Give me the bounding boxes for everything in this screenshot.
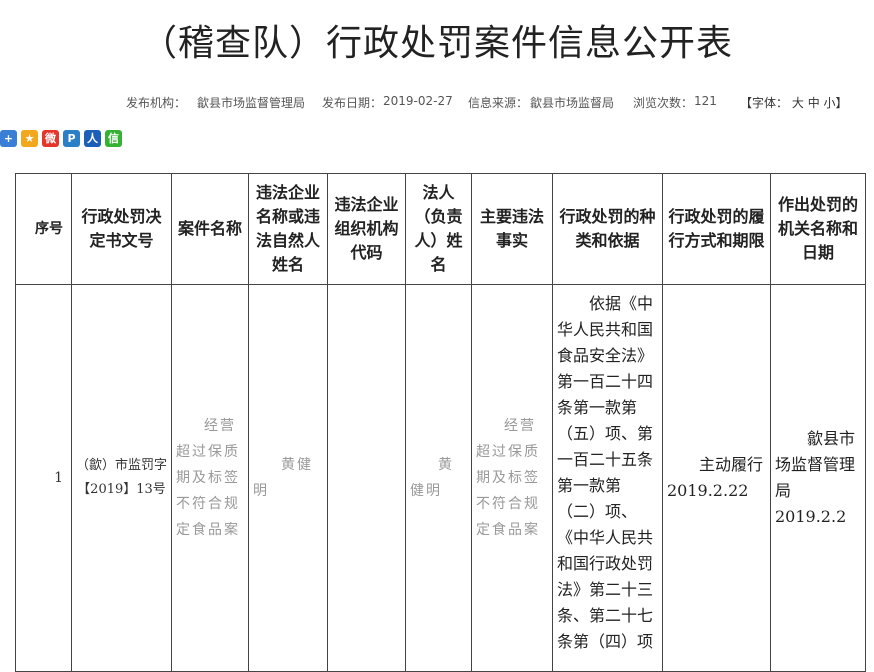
publisher-value: 歙县市场监督管理局 [197,96,306,110]
cell-decision-no: （歙）市监罚字【2019】13号 [71,284,172,672]
font-size-close: 】 [835,96,848,110]
cell-legal-person: 黄健明 [405,284,472,672]
header-method: 行政处罚的履行方式和期限 [662,173,771,285]
header-decision-no: 行政处罚决定书文号 [71,173,172,285]
views-count: 121 [694,94,717,108]
views-label: 浏览次数： [633,96,694,110]
cell-facts: 经营超过保质期及标签不符合规定食品案 [471,284,553,672]
header-facts: 主要违法事实 [471,173,553,285]
font-size-small-link[interactable]: 小 [824,96,836,110]
qzone-icon[interactable]: ★ [21,130,38,147]
cell-org-code [327,284,406,672]
font-size-medium-link[interactable]: 中 [808,96,820,110]
header-authority: 作出处罚的机关名称和日期 [770,173,866,285]
date-value: 2019-02-27 [383,94,453,108]
font-size-large-link[interactable]: 大 [792,96,804,110]
cell-violator: 黄健明 [248,284,328,672]
tencent-weibo-icon[interactable]: P [63,130,80,147]
font-size-control: 【字体： 大 中 小】 [740,94,848,111]
cell-authority: 歙县市场监督管理局2019.2.2 [770,284,866,672]
cell-basis: 依据《中华人民共和国食品安全法》第一百二十四条第一款第（五）项、第一百二十五条第… [552,284,663,672]
source-label: 信息来源： [468,96,529,110]
publisher-label: 发布机构： [126,96,187,110]
header-legal-person: 法人（负责人）姓名 [405,173,472,285]
wechat-icon[interactable]: 信 [105,130,122,147]
weibo-icon[interactable]: 微 [42,130,59,147]
cell-case-name: 经营超过保质期及标签不符合规定食品案 [171,284,249,672]
header-number: 序号 [15,173,72,285]
date-label: 发布日期： [322,96,383,110]
page-title: （稽查队）行政处罚案件信息公开表 [140,23,733,64]
font-size-label: 【字体： [740,96,789,110]
penalty-info-table: 序号 行政处罚决定书文号 案件名称 违法企业名称或违法自然人姓名 违法企业组织机… [15,173,866,672]
table-row: 1 （歙）市监罚字【2019】13号 经营超过保质期及标签不符合规定食品案 黄健… [15,284,866,672]
header-violator: 违法企业名称或违法自然人姓名 [248,173,328,285]
share-bar: + ★ 微 P 人 信 [0,130,122,148]
header-basis: 行政处罚的种类和依据 [552,173,663,285]
table-header-row: 序号 行政处罚决定书文号 案件名称 违法企业名称或违法自然人姓名 违法企业组织机… [15,173,866,285]
share-plus-icon[interactable]: + [0,130,17,147]
header-org-code: 违法企业组织机构代码 [327,173,406,285]
cell-number: 1 [15,284,72,672]
source-value: 歙县市场监督局 [530,96,615,110]
header-case-name: 案件名称 [171,173,249,285]
cell-method: 主动履行2019.2.22 [662,284,771,672]
renren-icon[interactable]: 人 [84,130,101,147]
